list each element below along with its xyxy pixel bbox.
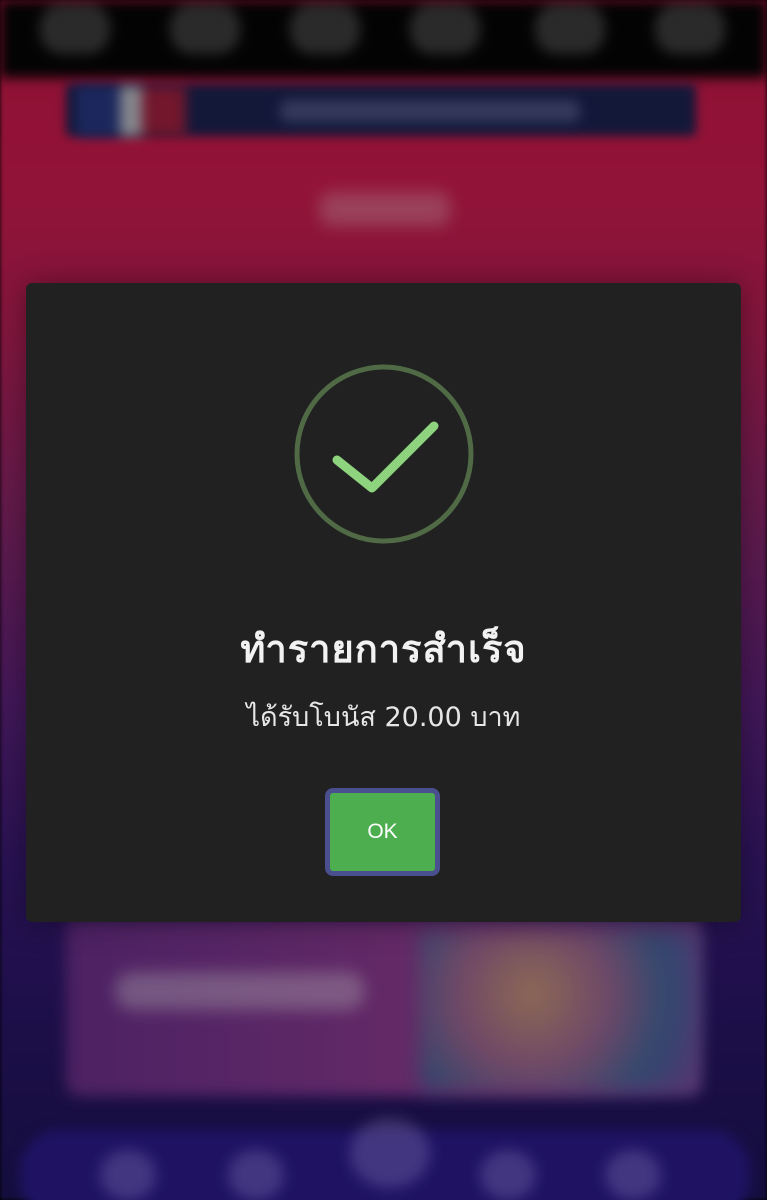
check-circle-icon (294, 364, 474, 544)
ok-button-label: OK (332, 795, 433, 869)
success-dialog: ทำรายการสำเร็จ ได้รับโบนัส 20.00 บาท OK (26, 283, 741, 922)
screen: ทำรายการสำเร็จ ได้รับโบนัส 20.00 บาท OK (0, 0, 767, 1200)
dialog-title: ทำรายการสำเร็จ (240, 627, 527, 671)
ok-button[interactable]: OK (325, 788, 440, 876)
dialog-message: ได้รับโบนัส 20.00 บาท (246, 702, 521, 733)
